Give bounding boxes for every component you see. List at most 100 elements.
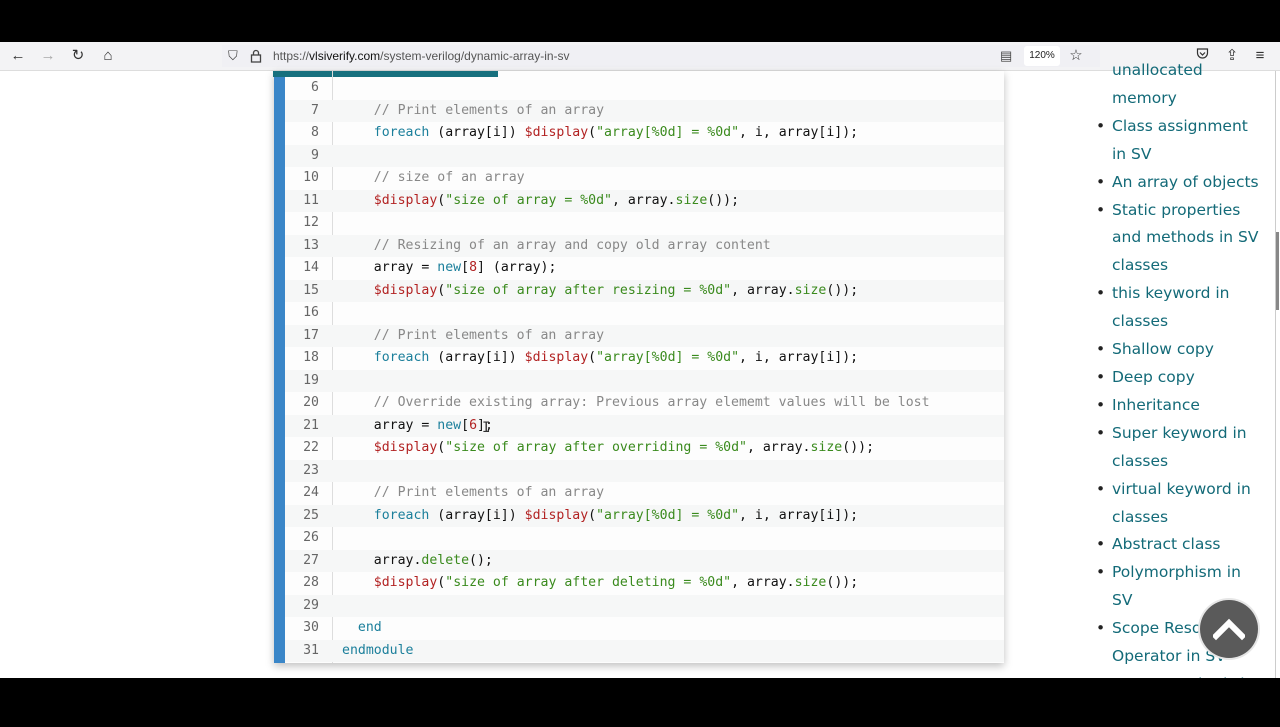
bookmark-star-button[interactable]: ☆ (1066, 46, 1086, 66)
toc-link[interactable]: An array of objects (1094, 169, 1264, 197)
scrollbar-track[interactable] (1275, 71, 1276, 678)
code-text: $display("size of array after overriding… (373, 440, 875, 455)
toc-link[interactable]: Super keyword in classes (1094, 420, 1264, 476)
line-number: 27 (303, 552, 319, 568)
code-line: 24 // Print elements of an array (285, 482, 1004, 505)
code-line: 29 (285, 594, 1004, 617)
line-number: 11 (303, 192, 319, 208)
code-line: 17 // Print elements of an array (285, 324, 1004, 347)
line-number: 18 (303, 350, 319, 365)
line-number: 25 (303, 507, 319, 523)
forward-arrow-icon: → (40, 47, 56, 64)
line-number: 16 (303, 305, 319, 320)
code-line: 22 $display("size of array after overrid… (285, 437, 1004, 460)
line-number: 31 (303, 642, 319, 658)
text-cursor-icon: I (482, 420, 491, 436)
chevron-up-icon (1213, 618, 1245, 641)
code-text: // Print elements of an array (373, 102, 605, 118)
reload-icon: ↻ (71, 47, 85, 64)
code-line: 23 (285, 459, 1004, 482)
code-text: array = new[8] (array); (342, 260, 557, 275)
line-number: 9 (311, 147, 319, 163)
url-scheme: https:// (273, 49, 310, 63)
code-text: $display("size of array after resizing =… (373, 282, 859, 298)
home-icon: ⌂ (103, 47, 113, 64)
address-bar[interactable]: ⛉ https://vlsiverify.com/system-verilog/… (222, 45, 1100, 67)
line-number: 23 (303, 462, 319, 478)
video-letterbox-bottom (0, 678, 1280, 720)
code-text: endmodule (342, 642, 414, 658)
toc-link[interactable]: Class assignment in SV (1094, 113, 1264, 169)
code-text: array = new[6]; (342, 417, 493, 433)
code-line: 28 $display("size of array after deletin… (285, 572, 1004, 595)
code-line: 27 array.delete(); (285, 549, 1004, 572)
line-number: 6 (311, 80, 319, 95)
code-line: 8 foreach (array[i]) $display("array[%0d… (285, 122, 1004, 145)
url-domain: vlsiverify.com (309, 49, 381, 63)
line-number: 15 (303, 282, 319, 298)
toc-link[interactable]: this keyword in classes (1094, 280, 1264, 336)
code-line: 15 $display("size of array after resizin… (285, 279, 1004, 302)
code-line: 20 // Override existing array: Previous … (285, 392, 1004, 415)
code-text: $display("size of array after deleting =… (373, 575, 859, 590)
lock-icon[interactable] (250, 45, 262, 67)
code-text: foreach (array[i]) $display("array[%0d] … (373, 507, 859, 523)
code-line: 30 end (285, 617, 1004, 640)
code-text: foreach (array[i]) $display("array[%0d] … (373, 350, 859, 365)
toc-link[interactable]: virtual keyword in classes (1094, 476, 1264, 532)
toc-link[interactable]: Static properties and methods in SV clas… (1094, 197, 1264, 281)
line-number: 22 (303, 440, 319, 455)
code-line: 21 array = new[6]; (285, 414, 1004, 437)
code-line: 16 (285, 302, 1004, 325)
code-line: 13 // Resizing of an array and copy old … (285, 234, 1004, 257)
line-number: 8 (311, 125, 319, 140)
home-button[interactable]: ⌂ (98, 46, 118, 66)
line-number: 24 (303, 485, 319, 500)
code-text: // Override existing array: Previous arr… (373, 395, 930, 410)
code-line: 25 foreach (array[i]) $display("array[%0… (285, 504, 1004, 527)
code-line: 10 // size of an array (285, 167, 1004, 190)
toc-link[interactable]: Inheritance (1094, 392, 1264, 420)
back-button[interactable]: ← (8, 46, 28, 66)
url-path: /system-verilog/dynamic-array-in-sv (380, 49, 570, 63)
zoom-level-badge[interactable]: 120% (1024, 46, 1060, 66)
code-line: 9 (285, 144, 1004, 167)
line-number: 7 (311, 102, 319, 118)
code-text: // Resizing of an array and copy old arr… (373, 237, 771, 253)
code-line: 26 (285, 527, 1004, 550)
tracking-protection-shield-icon[interactable]: ⛉ (228, 45, 238, 67)
code-line: 14 array = new[8] (array); (285, 257, 1004, 280)
url-text[interactable]: https://vlsiverify.com/system-verilog/dy… (273, 45, 570, 67)
toc-link[interactable]: unallocated memory (1094, 57, 1264, 113)
line-number: 26 (303, 530, 319, 545)
code-text: array.delete(); (342, 552, 493, 568)
toc-link[interactable]: Shallow copy (1094, 336, 1264, 364)
scroll-to-top-button[interactable] (1200, 600, 1258, 658)
browser-toolbar: ← → ↻ ⌂ ⛉ https://vlsiverify.com/system-… (0, 42, 1280, 71)
star-icon: ☆ (1069, 47, 1083, 64)
reader-view-icon[interactable]: ▤ (1000, 45, 1012, 67)
line-number: 20 (303, 395, 319, 410)
line-number: 30 (303, 620, 319, 635)
line-number: 21 (303, 417, 319, 433)
reload-button[interactable]: ↻ (68, 46, 88, 66)
scrollbar-thumb[interactable] (1276, 232, 1279, 310)
code-text: $display("size of array = %0d", array.si… (373, 192, 740, 208)
code-text: foreach (array[i]) $display("array[%0d] … (373, 125, 859, 140)
line-number: 12 (303, 215, 319, 230)
back-arrow-icon: ← (10, 47, 26, 64)
code-line: 12 (285, 212, 1004, 235)
video-letterbox-top (0, 0, 1280, 42)
toc-link[interactable]: Abstract class (1094, 531, 1264, 559)
line-number: 17 (303, 327, 319, 343)
code-block-accent-bar (274, 71, 285, 663)
toc-link[interactable]: Deep copy (1094, 364, 1264, 392)
forward-button[interactable]: → (38, 46, 58, 66)
line-number: 14 (303, 260, 319, 275)
line-number: 13 (303, 237, 319, 253)
code-line: 19 (285, 369, 1004, 392)
code-text: // Print elements of an array (373, 485, 605, 500)
code-line: 11 $display("size of array = %0d", array… (285, 189, 1004, 212)
code-text: // Print elements of an array (373, 327, 605, 343)
line-number: 29 (303, 597, 319, 613)
